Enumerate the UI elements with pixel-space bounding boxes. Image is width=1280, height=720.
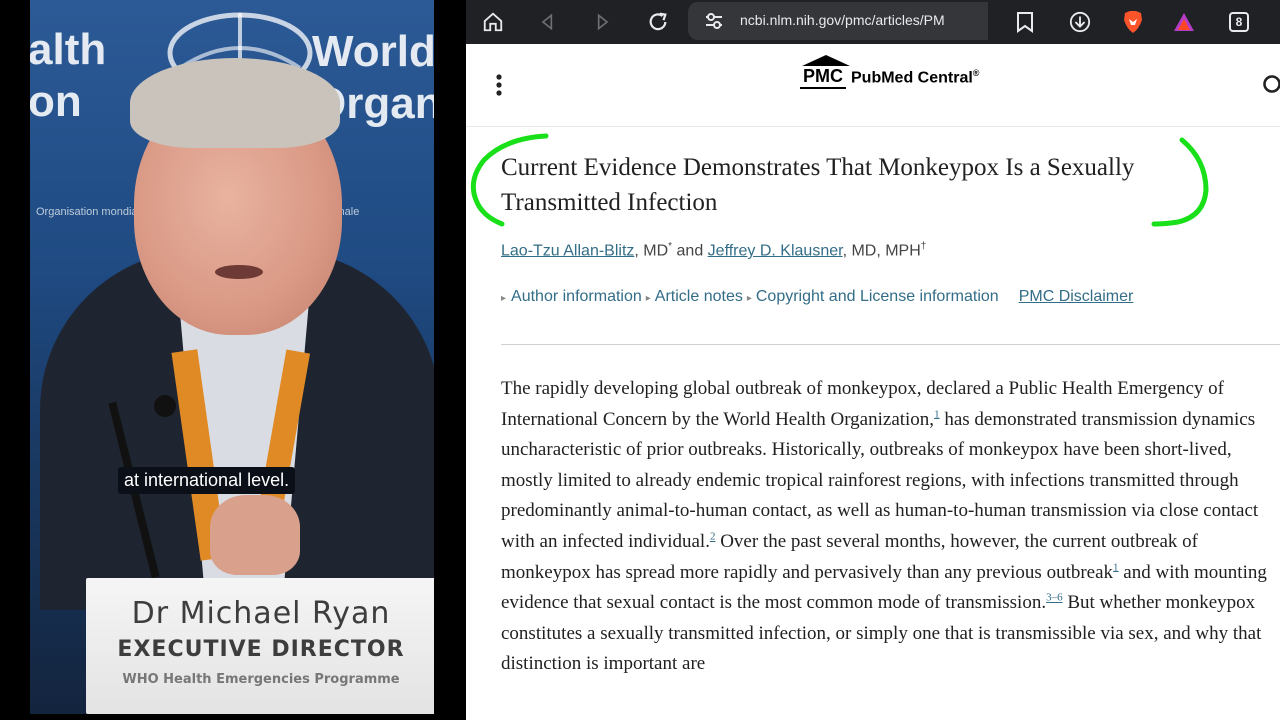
video-frame: alth on World Organ Organisation mondial… [30, 0, 434, 714]
tab-count: 8 [1235, 15, 1243, 29]
divider [501, 344, 1280, 345]
nameplate-program: WHO Health Emergencies Programme [122, 672, 400, 687]
triangle-icon: ▸ [746, 293, 752, 304]
triangle-icon: ▸ [645, 293, 651, 304]
author-link[interactable]: Jeffrey D. Klausner [708, 242, 843, 259]
microphone-head [154, 395, 176, 417]
copyright-link[interactable]: Copyright and License information [756, 288, 999, 305]
video-caption: at international level. [118, 467, 296, 494]
article-info-links: ▸ Author information ▸ Article notes ▸ Copyri… [501, 288, 1133, 306]
banner-text: on [30, 77, 82, 126]
nameplate: Dr Michael Ryan EXECUTIVE DIRECTOR WHO H… [86, 578, 434, 714]
pmc-logo[interactable]: PMC PubMed Central® [800, 55, 980, 89]
download-icon[interactable] [1064, 6, 1096, 38]
bookmark-icon[interactable] [1009, 6, 1041, 38]
browser-window: ncbi.nlm.nih.gov/pmc/articles/PM 8 PMC P… [466, 0, 1280, 720]
menu-dots-icon[interactable] [496, 74, 502, 96]
author-list: Lao-Tzu Allan-Blitz, MD* and Jeffrey D. … [501, 241, 927, 260]
triangle-icon: ▸ [501, 293, 507, 304]
url-text[interactable]: ncbi.nlm.nih.gov/pmc/articles/PM [740, 12, 945, 28]
pmc-logo-name: PubMed Central® [851, 67, 980, 87]
article-body: The rapidly developing global outbreak o… [501, 378, 1267, 675]
article-title: Current Evidence Demonstrates That Monke… [501, 154, 1135, 216]
banner-text: World [312, 27, 434, 76]
back-icon[interactable] [532, 6, 564, 38]
brave-shield-icon[interactable] [1117, 6, 1149, 38]
forward-icon[interactable] [586, 6, 618, 38]
speaker-hair [130, 58, 340, 148]
pmc-logo-mark: PMC [800, 66, 846, 89]
tab-switcher-button[interactable]: 8 [1223, 6, 1255, 38]
reference-link[interactable]: 3–6 [1046, 592, 1063, 604]
banner-text: alth [30, 25, 107, 74]
article-notes-link[interactable]: Article notes [655, 288, 743, 305]
speaker-hands [210, 495, 300, 575]
reload-icon[interactable] [642, 6, 674, 38]
search-icon[interactable] [1262, 74, 1280, 96]
speaker-mouth [215, 265, 263, 279]
author-link[interactable]: Lao-Tzu Allan-Blitz [501, 242, 634, 259]
pmc-header: PMC PubMed Central® [466, 44, 1280, 127]
site-settings-icon[interactable] [704, 12, 724, 30]
home-icon[interactable] [477, 6, 509, 38]
pmc-building-icon [802, 55, 850, 66]
rewards-icon[interactable] [1168, 6, 1200, 38]
browser-toolbar: ncbi.nlm.nih.gov/pmc/articles/PM 8 [466, 0, 1280, 44]
pmc-disclaimer-link[interactable]: PMC Disclaimer [1019, 288, 1134, 305]
nameplate-name: Dr Michael Ryan [131, 596, 391, 631]
nameplate-title: EXECUTIVE DIRECTOR [117, 637, 405, 662]
author-information-link[interactable]: Author information [511, 288, 642, 305]
address-bar[interactable]: ncbi.nlm.nih.gov/pmc/articles/PM [688, 2, 988, 40]
